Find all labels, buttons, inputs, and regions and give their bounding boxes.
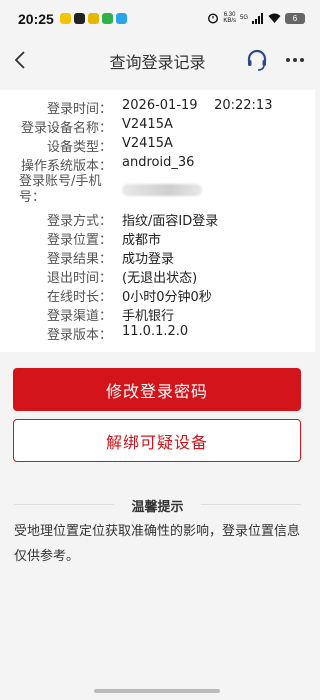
signal-type: 5G [239,15,248,21]
record-label: 退出时间： [46,271,112,286]
record-value: 手机银行 [122,309,175,324]
record-label: 登录账号/手机号： [19,174,102,205]
record-value: V2415A [122,136,173,151]
record-row-login-time: 登录时间： 2026-01-19 20:22:13 [0,98,315,117]
masked-account [122,184,202,196]
more-icon[interactable] [284,49,306,71]
status-time: 20:25 [18,11,54,27]
record-row-login-location: 登录位置： 成都市 [0,229,315,248]
record-label: 操作系统版本： [20,159,112,174]
record-row-device-type: 设备类型： V2415A [0,136,315,155]
login-record-card: 登录时间： 2026-01-19 20:22:13 登录设备名称： V2415A… [0,90,315,352]
record-value: 指纹/面容ID登录 [122,214,219,229]
record-value: (无退出状态) [122,271,198,286]
unbind-device-button[interactable]: 解绑可疑设备 [13,419,301,462]
record-label: 设备类型： [46,140,112,155]
status-indicators: 6.30 KB/s 5G 6 [207,12,305,24]
alarm-icon [208,13,219,24]
record-label: 登录时间： [46,102,112,117]
record-row-logout-time: 退出时间： (无退出状态) [0,267,315,286]
record-row-device-name: 登录设备名称： V2415A [0,117,315,136]
record-label: 登录设备名称： [20,121,112,136]
record-label: 登录版本： [46,328,112,343]
change-password-button[interactable]: 修改登录密码 [13,368,301,411]
record-value-masked [122,184,202,200]
customer-service-icon[interactable] [245,48,269,72]
record-value: 成功登录 [122,252,175,267]
app-notification-icon [116,13,127,24]
record-row-account: 登录账号/手机号： [0,174,315,208]
record-value: android_36 [122,155,195,170]
notification-icons [60,13,127,24]
record-label: 登录位置： [46,233,112,248]
record-value: 11.0.1.2.0 [122,324,189,339]
app-notification-icon [74,13,85,24]
record-value: 成都市 [122,233,162,248]
record-row-os-version: 操作系统版本： android_36 [0,155,315,174]
wifi-icon [268,13,281,23]
record-row-login-result: 登录结果： 成功登录 [0,248,315,267]
record-row-channel: 登录渠道： 手机银行 [0,305,315,324]
status-bar: 20:25 6.30 KB/s 5G 6 [0,0,315,40]
record-row-login-method: 登录方式： 指纹/面容ID登录 [0,210,315,229]
record-value: 0小时0分钟0秒 [122,290,212,305]
tips-title: 温馨提示 [131,500,184,515]
record-value: V2415A [122,117,173,132]
battery-icon: 6 [285,12,305,24]
record-row-online-duration: 在线时长： 0小时0分钟0秒 [0,286,315,305]
app-notification-icon [88,13,99,24]
tips-text: 受地理位置定位获取准确性的影响，登录位置信息仅供参考。 [14,524,301,564]
record-label: 登录渠道： [46,309,112,324]
signal-icon [252,12,263,24]
app-notification-icon [60,13,71,24]
record-label: 登录方式： [46,214,112,229]
record-row-version: 登录版本： 11.0.1.2.0 [0,324,315,343]
app-notification-icon [102,13,113,24]
home-indicator[interactable] [94,689,220,693]
net-speed-unit: KB/s [223,18,236,24]
record-value: 2026-01-19 20:22:13 [122,98,273,113]
record-label: 登录结果： [46,252,112,267]
record-label: 在线时长： [46,290,112,305]
app-header: 查询登录记录 [0,40,315,80]
net-speed: 6.30 KB/s [223,12,236,24]
